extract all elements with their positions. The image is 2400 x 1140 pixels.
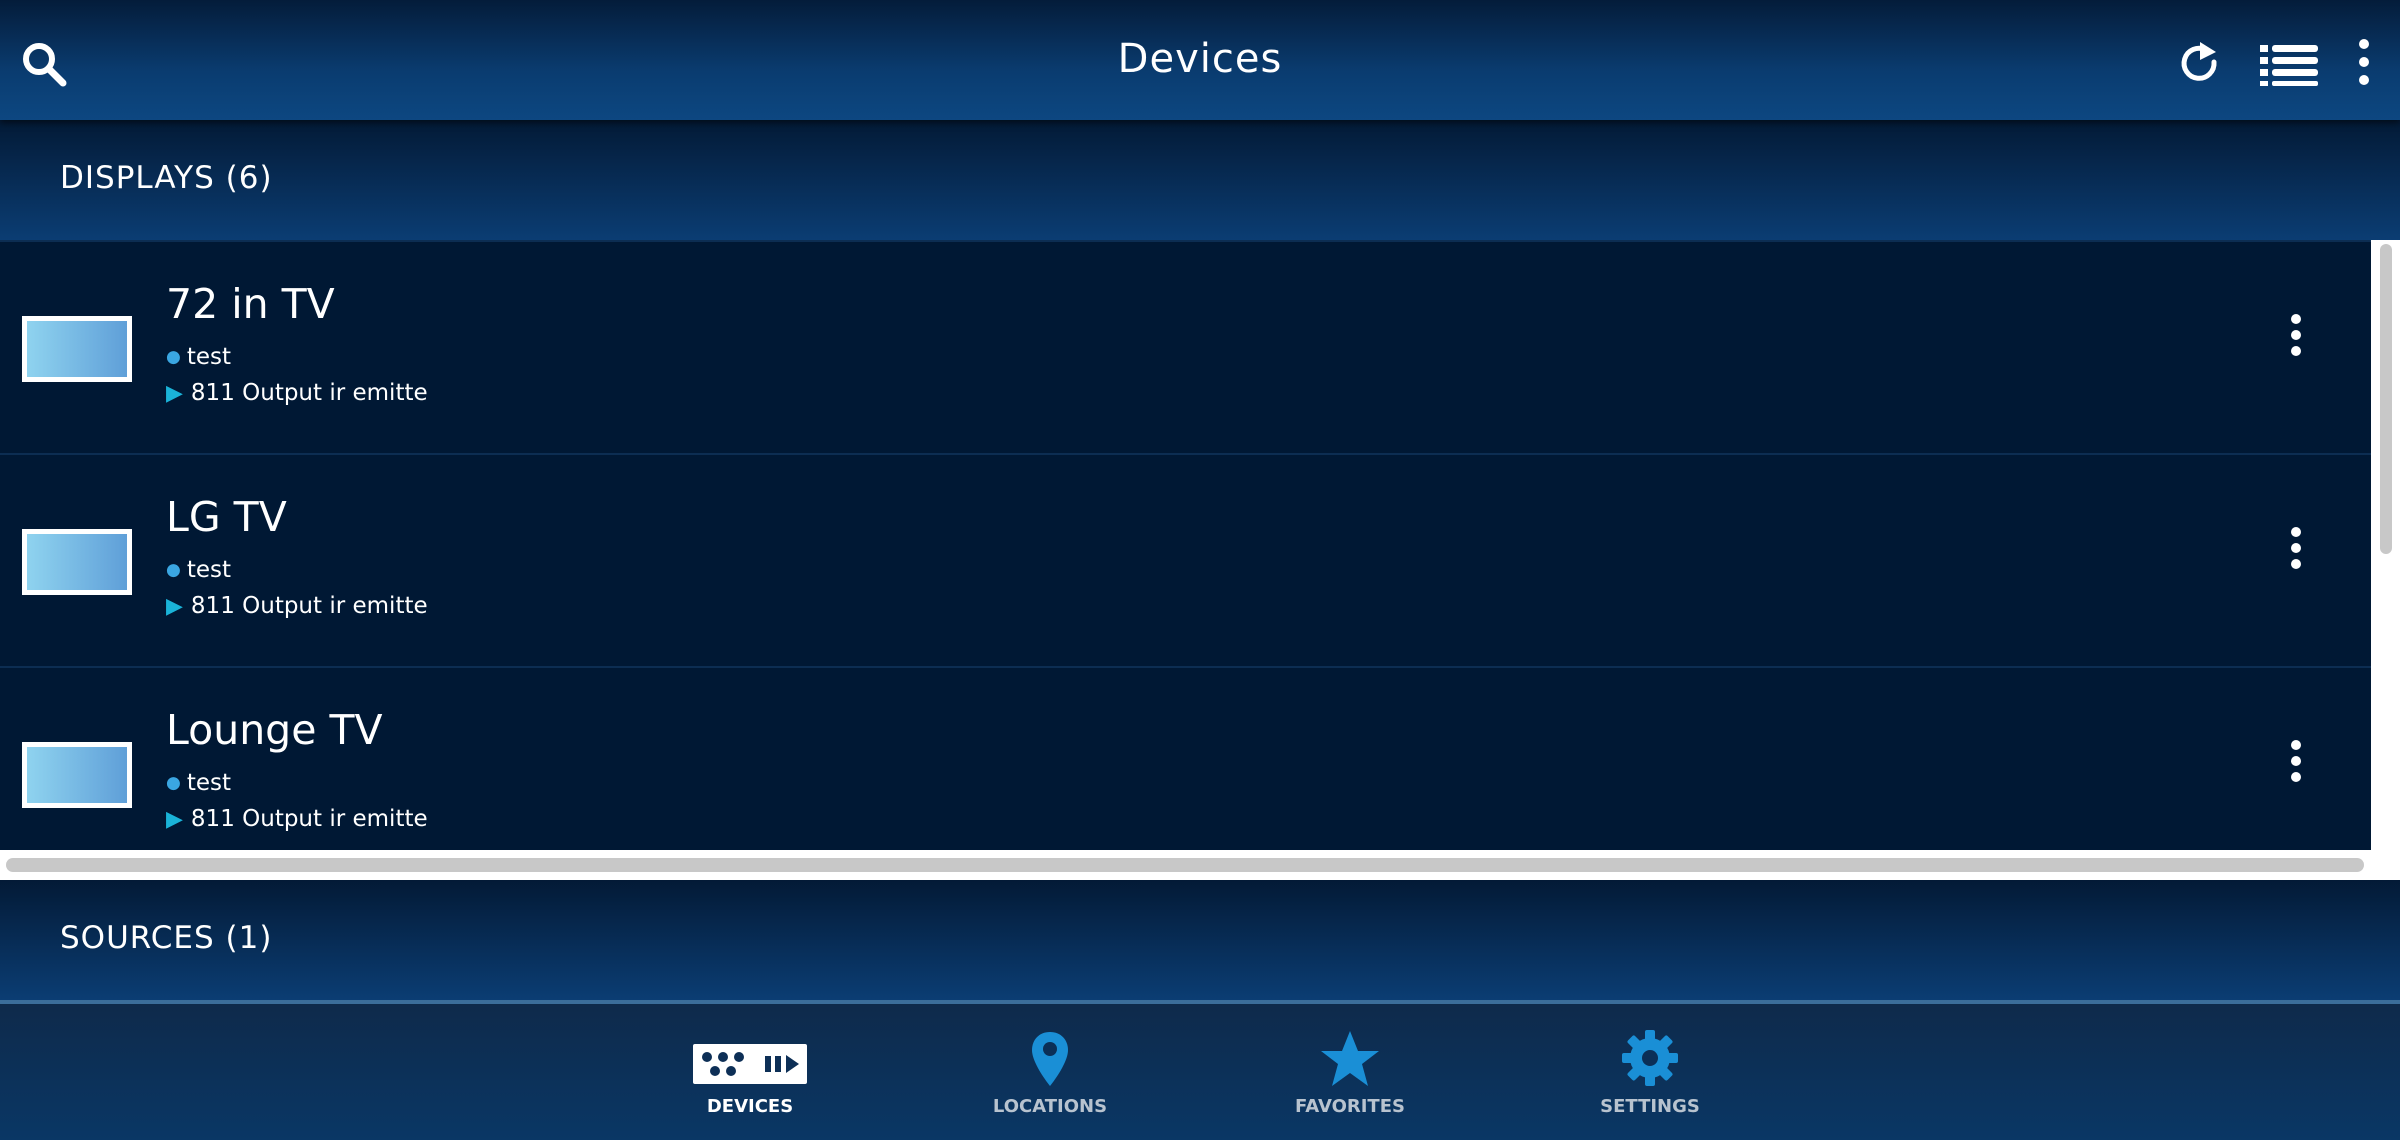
play-icon: ▶ (166, 594, 183, 619)
nav-settings[interactable]: SETTINGS (1540, 1004, 1760, 1140)
device-source-text: 811 Output ir emitte (190, 593, 428, 619)
vertical-scrollbar-thumb[interactable] (2380, 244, 2392, 554)
tv-display-icon (22, 742, 132, 808)
nav-settings-label: SETTINGS (1600, 1096, 1700, 1117)
location-pin-icon: ● (166, 347, 181, 367)
device-location-text: test (186, 770, 232, 796)
device-more-icon[interactable] (2276, 740, 2316, 800)
location-pin-icon (1030, 1030, 1070, 1088)
list-view-icon[interactable] (2258, 40, 2322, 88)
device-source: ▶ 811 Output ir emitte (166, 593, 428, 619)
device-row[interactable]: Lounge TV ● test ▶ 811 Output ir emitte (0, 666, 2371, 850)
device-name: LG TV (166, 493, 287, 541)
device-name: Lounge TV (166, 706, 383, 754)
device-row[interactable]: LG TV ● test ▶ 811 Output ir emitte (0, 453, 2371, 668)
device-rows: 72 in TV ● test ▶ 811 Output ir emitte LG … (0, 240, 2371, 850)
location-pin-icon: ● (166, 773, 181, 793)
device-more-icon[interactable] (2276, 527, 2316, 587)
device-row[interactable]: 72 in TV ● test ▶ 811 Output ir emitte (0, 240, 2371, 455)
device-source-text: 811 Output ir emitte (190, 380, 428, 406)
device-source-text: 811 Output ir emitte (190, 806, 428, 832)
device-source: ▶ 811 Output ir emitte (166, 806, 428, 832)
device-location: ● test (166, 344, 231, 370)
device-location: ● test (166, 557, 231, 583)
nav-locations-label: LOCATIONS (992, 1096, 1108, 1117)
gear-icon (1622, 1030, 1678, 1086)
device-location-text: test (186, 344, 232, 370)
app-header: Devices (0, 0, 2400, 120)
more-vert-icon[interactable] (2354, 38, 2374, 88)
device-list[interactable]: 72 in TV ● test ▶ 811 Output ir emitte LG … (0, 240, 2400, 880)
sources-section-label: SOURCES (1) (60, 920, 273, 956)
nav-favorites[interactable]: FAVORITES (1240, 1004, 1460, 1140)
nav-devices[interactable]: DEVICES (640, 1004, 860, 1140)
page-title: Devices (1117, 36, 1283, 82)
sources-section-header[interactable]: SOURCES (1) (0, 880, 2400, 1000)
location-pin-icon: ● (166, 560, 181, 580)
play-icon: ▶ (166, 381, 183, 406)
displays-section-header[interactable]: DISPLAYS (6) (0, 120, 2400, 240)
device-source: ▶ 811 Output ir emitte (166, 380, 428, 406)
displays-section-label: DISPLAYS (6) (60, 160, 273, 196)
device-location-text: test (186, 557, 232, 583)
star-icon (1320, 1030, 1380, 1088)
nav-locations[interactable]: LOCATIONS (940, 1004, 1160, 1140)
nav-devices-label: DEVICES (706, 1096, 794, 1117)
tv-display-icon (22, 316, 132, 382)
play-icon: ▶ (166, 807, 183, 832)
bottom-nav: DEVICES LOCATIONS FAVORITES SETTINGS (0, 1000, 2400, 1140)
devices-icon (693, 1044, 807, 1084)
device-more-icon[interactable] (2276, 314, 2316, 374)
nav-favorites-label: FAVORITES (1295, 1096, 1405, 1117)
device-location: ● test (166, 770, 231, 796)
device-name: 72 in TV (166, 280, 335, 328)
tv-display-icon (22, 529, 132, 595)
horizontal-scrollbar[interactable] (6, 858, 2364, 872)
refresh-icon[interactable] (2176, 40, 2224, 88)
